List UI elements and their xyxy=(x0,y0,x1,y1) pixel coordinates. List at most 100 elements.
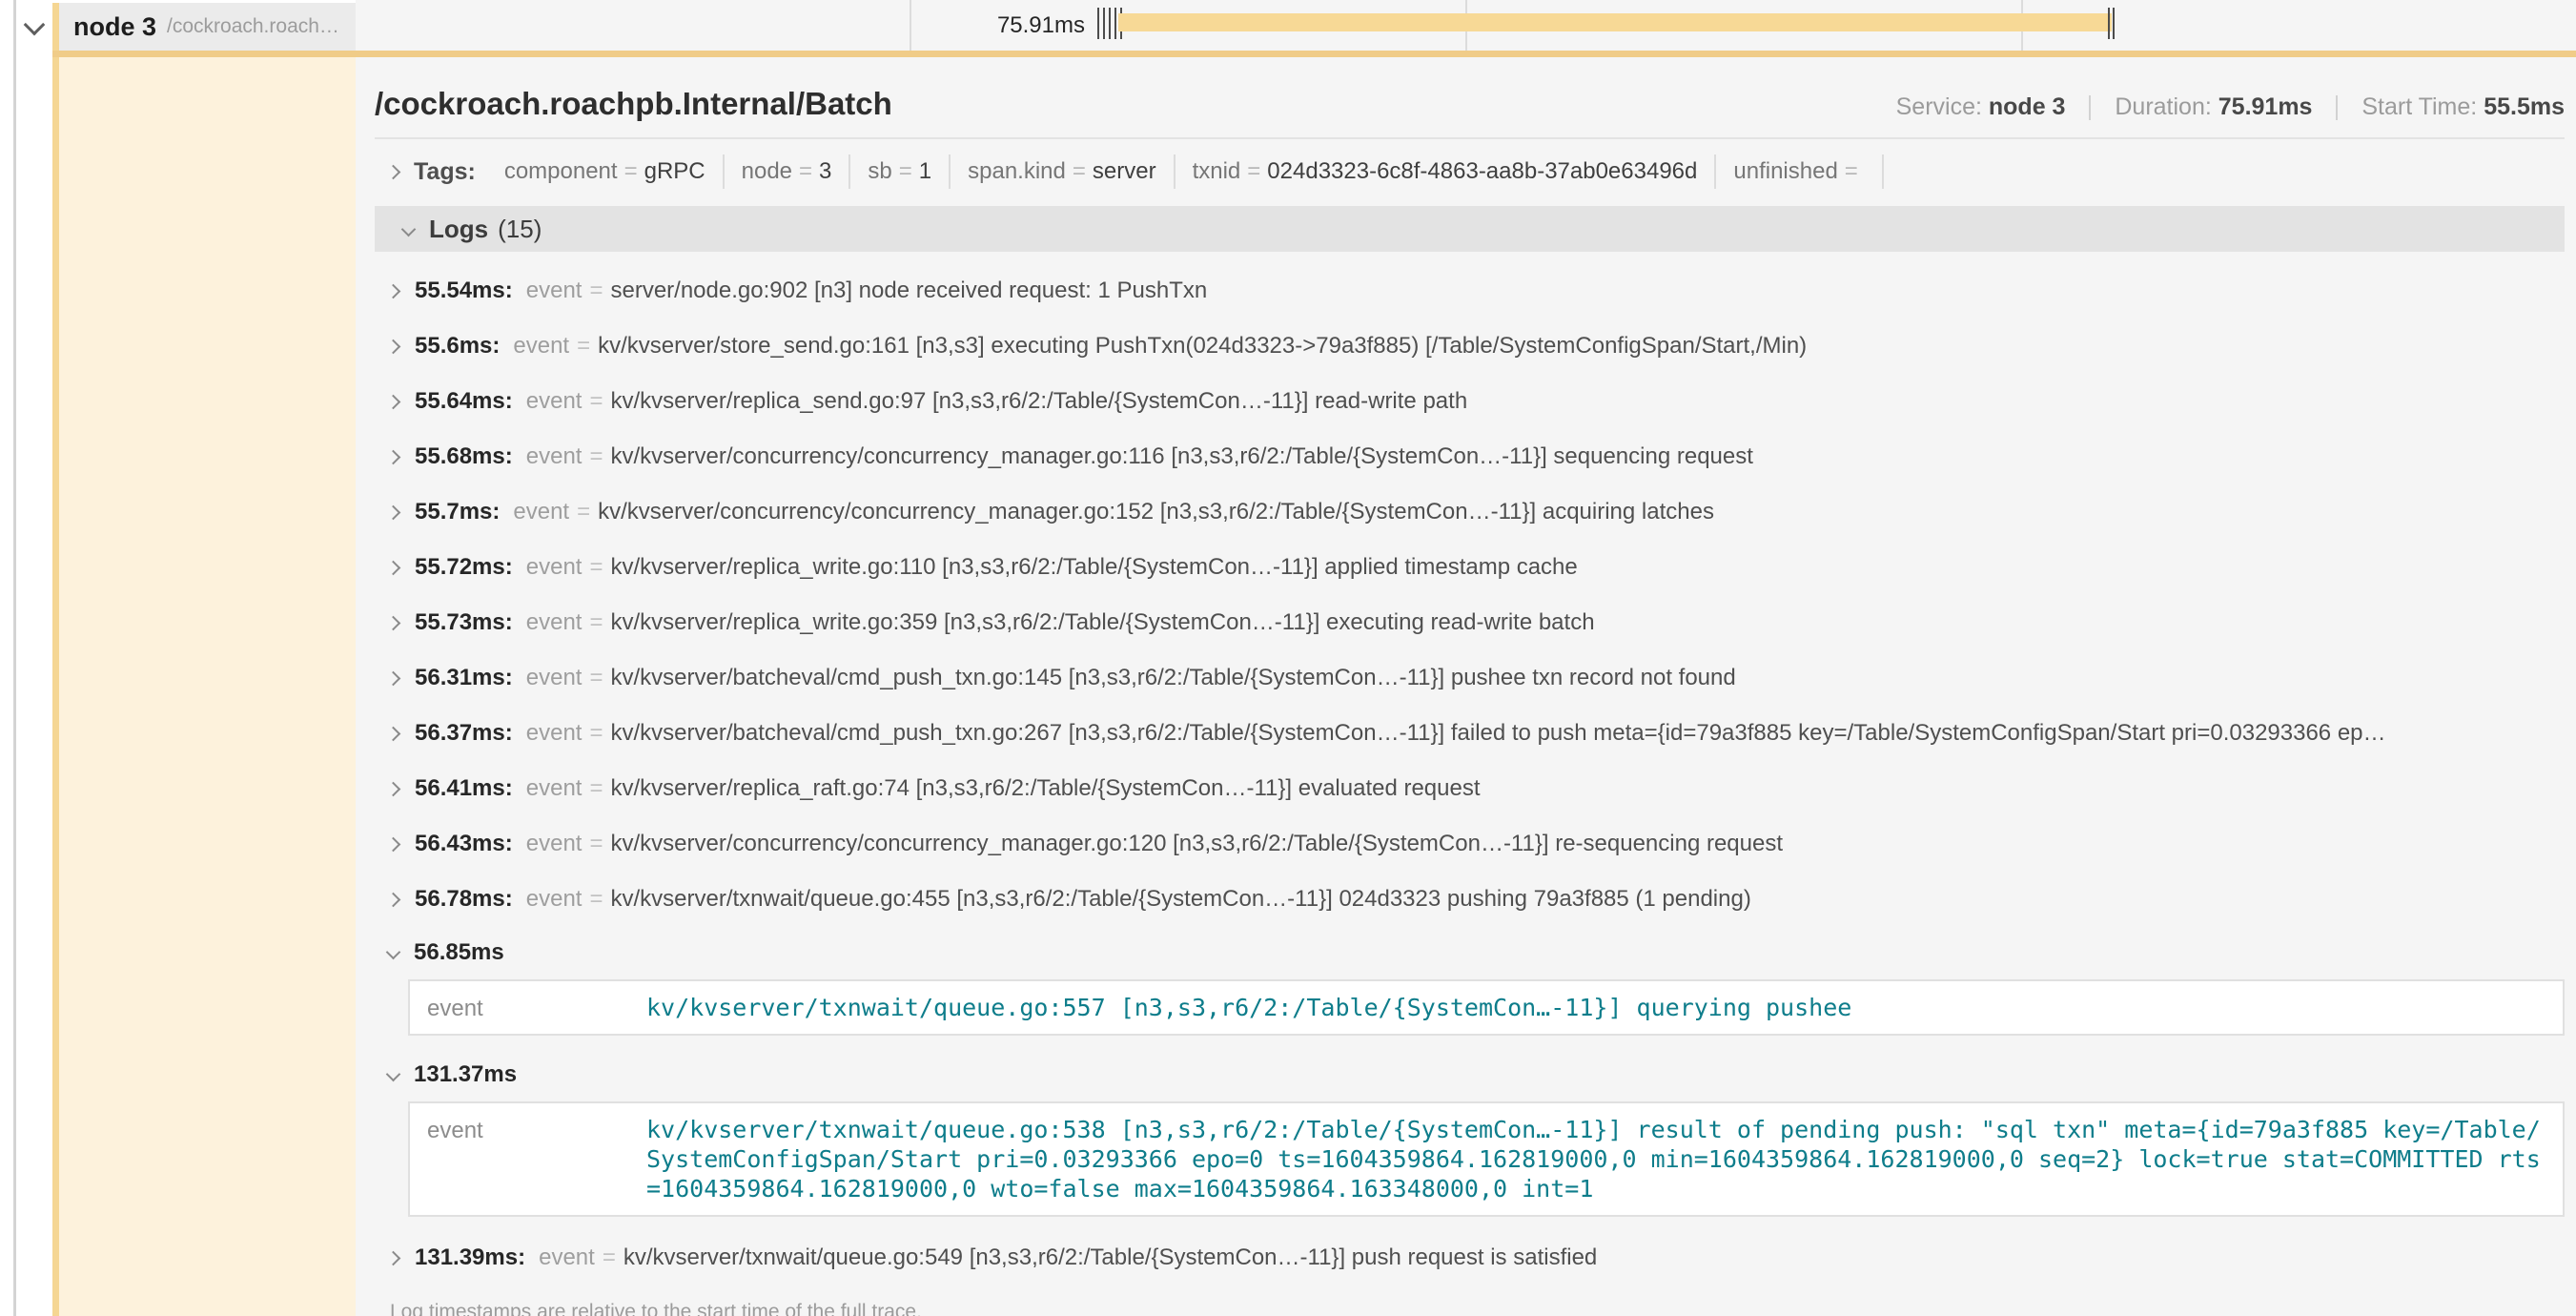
log-timestamp: 56.85ms xyxy=(414,939,504,966)
chevron-right-icon[interactable] xyxy=(388,1250,400,1265)
log-row-collapsed[interactable]: 55.73ms: event = kv/kvserver/replica_wri… xyxy=(388,595,2565,650)
selected-span-column-highlight[interactable] xyxy=(59,57,356,1316)
tags-section[interactable]: Tags: component=gRPC node=3 sb=1 span.ki… xyxy=(375,154,2565,189)
panel-edge-divider xyxy=(13,0,16,1316)
span-duration-bar[interactable] xyxy=(1118,13,2112,31)
log-row-collapsed[interactable]: 56.41ms: event = kv/kvserver/replica_raf… xyxy=(388,761,2565,816)
meta-service-value: node 3 xyxy=(1989,93,2066,120)
chevron-down-icon xyxy=(24,14,46,36)
meta-divider xyxy=(2089,95,2091,120)
log-row-collapsed[interactable]: 131.39ms: event = kv/kvserver/txnwait/qu… xyxy=(388,1230,2565,1285)
equals-sign: = xyxy=(899,158,912,184)
tags-label: Tags: xyxy=(414,158,476,186)
log-timestamp: 55.54ms: xyxy=(415,278,513,304)
tag-value: 1 xyxy=(919,158,931,184)
logs-section-header[interactable]: Logs (15) xyxy=(375,206,2565,252)
span-operation-name: /cockroach.roach… xyxy=(167,15,339,38)
log-row-collapsed[interactable]: 55.54ms: event = server/node.go:902 [n3]… xyxy=(388,263,2565,319)
log-field-key: event xyxy=(526,554,583,581)
chevron-right-icon[interactable] xyxy=(388,781,400,796)
span-color-accent-strip xyxy=(52,3,59,1316)
chevron-down-icon[interactable] xyxy=(386,1067,401,1082)
log-message: kv/kvserver/store_send.go:161 [n3,s3] ex… xyxy=(598,333,1807,360)
equals-sign: = xyxy=(589,665,603,691)
chevron-right-icon[interactable] xyxy=(388,726,400,741)
selected-row-top-border xyxy=(52,51,2576,57)
log-field-key: event xyxy=(526,720,583,747)
chevron-down-icon[interactable] xyxy=(386,945,401,960)
chevron-right-icon[interactable] xyxy=(388,449,400,464)
chevron-right-icon[interactable] xyxy=(388,615,400,630)
log-message: kv/kvserver/replica_send.go:97 [n3,s3,r6… xyxy=(610,388,1467,415)
tag-item[interactable]: sb = 1 xyxy=(850,154,951,189)
chevron-right-icon[interactable] xyxy=(386,164,401,179)
log-field-key: event xyxy=(526,831,583,857)
tag-key: component xyxy=(504,158,618,184)
log-timestamp: 56.43ms: xyxy=(415,831,513,857)
log-message: kv/kvserver/txnwait/queue.go:549 [n3,s3,… xyxy=(624,1244,1597,1271)
timeline-ruler[interactable]: 75.91ms xyxy=(356,0,2576,51)
log-timestamp: 55.72ms: xyxy=(415,554,513,581)
span-duration-label: 75.91ms xyxy=(889,12,1085,39)
meta-starttime-label: Start Time: xyxy=(2361,93,2477,120)
log-row-collapsed[interactable]: 55.68ms: event = kv/kvserver/concurrency… xyxy=(388,429,2565,484)
log-message: kv/kvserver/concurrency/concurrency_mana… xyxy=(610,831,1783,857)
chevron-right-icon[interactable] xyxy=(388,670,400,686)
header-divider xyxy=(375,137,2565,139)
chevron-right-icon[interactable] xyxy=(388,836,400,852)
log-row-expanded: 131.37ms event kv/kvserver/txnwait/queue… xyxy=(388,1049,2565,1217)
log-row-expanded-header[interactable]: 56.85ms xyxy=(388,927,2565,977)
equals-sign: = xyxy=(589,831,603,857)
log-message: kv/kvserver/concurrency/concurrency_mana… xyxy=(610,443,1752,470)
tag-item[interactable]: node=3 xyxy=(725,154,851,189)
tag-key: sb xyxy=(868,158,891,184)
tag-value: 3 xyxy=(819,158,831,184)
log-message: kv/kvserver/concurrency/concurrency_mana… xyxy=(598,499,1714,525)
tag-item[interactable]: component=gRPC xyxy=(487,154,725,189)
log-message: kv/kvserver/batcheval/cmd_push_txn.go:26… xyxy=(610,720,2385,747)
equals-sign: = xyxy=(589,278,603,304)
chevron-right-icon[interactable] xyxy=(388,560,400,575)
log-message: kv/kvserver/replica_write.go:110 [n3,s3,… xyxy=(610,554,1577,581)
log-row-collapsed[interactable]: 56.43ms: event = kv/kvserver/concurrency… xyxy=(388,816,2565,872)
log-row-collapsed[interactable]: 56.31ms: event = kv/kvserver/batcheval/c… xyxy=(388,650,2565,706)
log-timestamp: 56.31ms: xyxy=(415,665,513,691)
tag-item[interactable]: txnid=024d3323-6c8f-4863-aa8b-37ab0e6349… xyxy=(1176,154,1717,189)
log-timestamp: 55.7ms: xyxy=(415,499,500,525)
equals-sign: = xyxy=(1073,158,1086,184)
meta-duration-label: Duration: xyxy=(2115,93,2211,120)
equals-sign: = xyxy=(577,333,590,360)
equals-sign: = xyxy=(603,1244,616,1271)
span-name-tab[interactable]: node 3 /cockroach.roach… xyxy=(59,3,356,51)
tag-value: gRPC xyxy=(644,158,705,184)
chevron-right-icon[interactable] xyxy=(388,892,400,907)
tags-list: component=gRPC node=3 sb=1 span.kind=ser… xyxy=(487,154,1884,189)
log-timestamp: 131.37ms xyxy=(414,1061,517,1088)
log-field-key: event xyxy=(539,1244,595,1271)
log-timestamp: 131.39ms: xyxy=(415,1244,525,1271)
log-row-collapsed[interactable]: 55.7ms: event = kv/kvserver/concurrency/… xyxy=(388,484,2565,540)
log-row-collapsed[interactable]: 56.78ms: event = kv/kvserver/txnwait/que… xyxy=(388,872,2565,927)
log-field-key: event xyxy=(526,609,583,636)
tag-key: span.kind xyxy=(968,158,1066,184)
chevron-right-icon[interactable] xyxy=(388,394,400,409)
log-row-expanded: 56.85ms event kv/kvserver/txnwait/queue.… xyxy=(388,927,2565,1036)
chevron-right-icon[interactable] xyxy=(388,339,400,354)
equals-sign: = xyxy=(589,609,603,636)
log-row-expanded-header[interactable]: 131.37ms xyxy=(388,1049,2565,1100)
log-field-key: event xyxy=(526,775,583,802)
log-row-collapsed[interactable]: 55.64ms: event = kv/kvserver/replica_sen… xyxy=(388,374,2565,429)
log-field-key: event xyxy=(427,993,646,1022)
tag-item[interactable]: unfinished= xyxy=(1716,154,1883,189)
log-row-collapsed[interactable]: 55.72ms: event = kv/kvserver/replica_wri… xyxy=(388,540,2565,595)
tag-item[interactable]: span.kind=server xyxy=(951,154,1175,189)
log-row-collapsed[interactable]: 55.6ms: event = kv/kvserver/store_send.g… xyxy=(388,319,2565,374)
log-message: kv/kvserver/replica_write.go:359 [n3,s3,… xyxy=(610,609,1594,636)
log-row-collapsed[interactable]: 56.37ms: event = kv/kvserver/batcheval/c… xyxy=(388,706,2565,761)
chevron-right-icon[interactable] xyxy=(388,283,400,298)
equals-sign: = xyxy=(589,443,603,470)
log-field-key: event xyxy=(526,388,583,415)
collapse-trace-chevron-icon[interactable] xyxy=(27,17,42,37)
chevron-right-icon[interactable] xyxy=(388,504,400,520)
log-field-value: kv/kvserver/txnwait/queue.go:557 [n3,s3,… xyxy=(646,993,1851,1022)
